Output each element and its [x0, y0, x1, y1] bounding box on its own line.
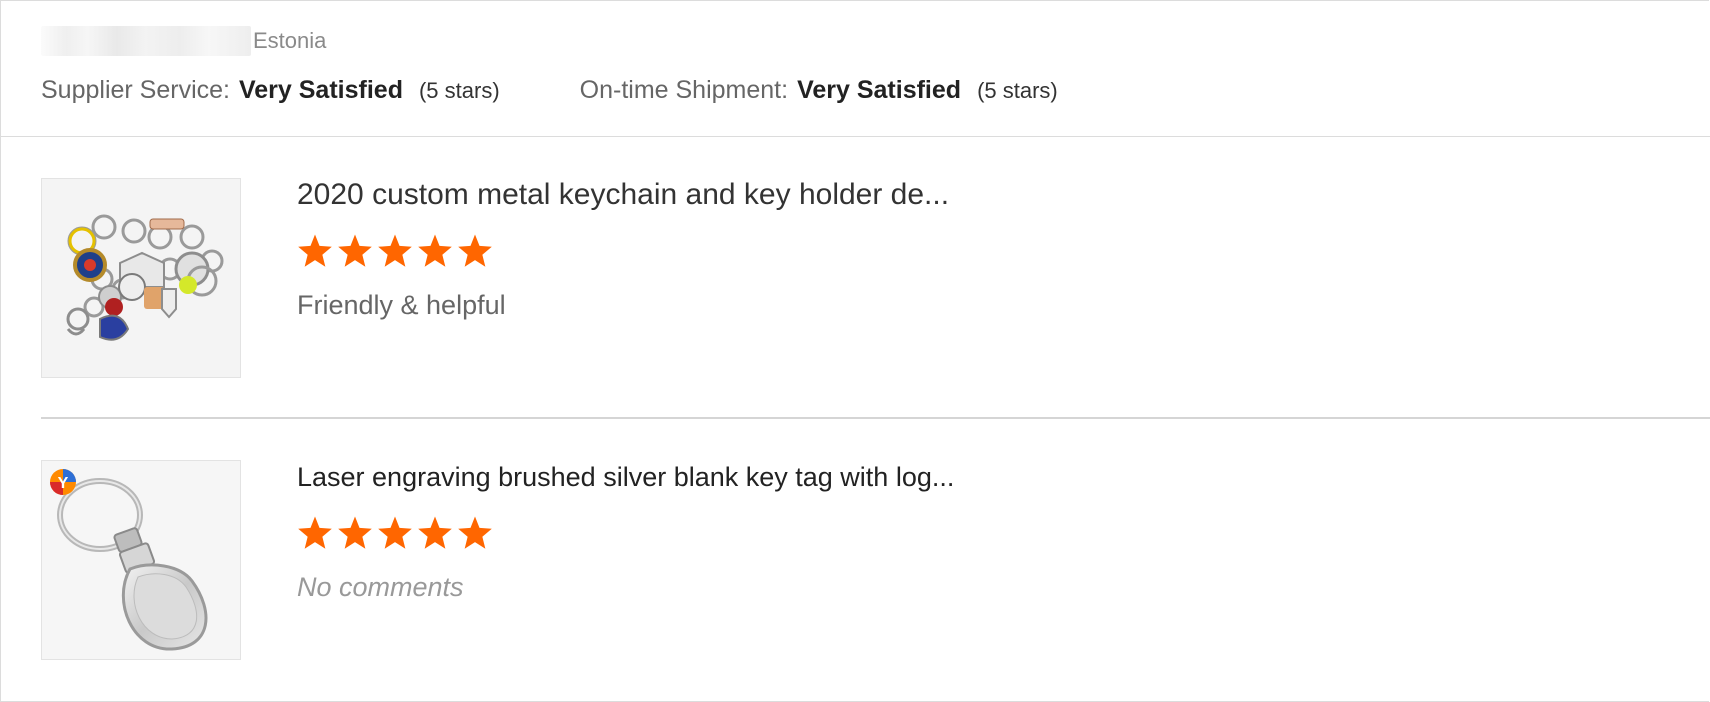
- review-stars: [297, 515, 493, 551]
- buyer-info: Estonia: [41, 26, 326, 56]
- svg-text:Y: Y: [58, 475, 69, 492]
- star-icon: [418, 234, 452, 267]
- product-title[interactable]: Laser engraving brushed silver blank key…: [297, 462, 954, 493]
- overall-ratings: Supplier Service: Very Satisfied (5 star…: [41, 72, 1058, 108]
- rating-value: Very Satisfied: [797, 75, 962, 104]
- rating-label: On-time Shipment:: [579, 75, 789, 104]
- review-item: 2020 custom metal keychain and key holde…: [41, 178, 1710, 378]
- review-comment: Friendly & helpful: [297, 290, 506, 320]
- star-icon: [458, 516, 492, 549]
- star-icon: [378, 234, 412, 267]
- rating-stars-text: (5 stars): [418, 77, 500, 103]
- star-icon: [298, 234, 332, 267]
- star-icon: [298, 516, 332, 549]
- supplier-service-rating: Supplier Service: Very Satisfied (5 star…: [41, 76, 500, 105]
- review-stars: [297, 233, 493, 269]
- rating-stars-text: (5 stars): [977, 77, 1058, 103]
- product-title[interactable]: 2020 custom metal keychain and key holde…: [297, 178, 949, 212]
- review-comment: No comments: [297, 572, 464, 602]
- rating-label: Supplier Service:: [41, 75, 230, 104]
- buyer-name-redacted: [41, 26, 251, 56]
- review-item: Y Laser engraving brushed silver blank k…: [41, 460, 1710, 660]
- star-icon: [458, 234, 492, 267]
- product-thumbnail[interactable]: [41, 178, 241, 378]
- y-badge-icon: Y: [50, 469, 76, 495]
- silver-key-tag-image: Y: [42, 461, 240, 659]
- product-thumbnail[interactable]: Y: [41, 460, 241, 660]
- on-time-shipment-rating: On-time Shipment: Very Satisfied (5 star…: [580, 76, 1058, 105]
- review-divider: [41, 417, 1710, 419]
- rating-value: Very Satisfied: [238, 75, 403, 104]
- star-icon: [338, 234, 372, 267]
- star-icon: [418, 516, 452, 549]
- buyer-country: Estonia: [253, 28, 327, 53]
- star-icon: [378, 516, 412, 549]
- review-header: Estonia Supplier Service: Very Satisfied…: [0, 0, 1710, 137]
- star-icon: [338, 516, 372, 549]
- keychain-collection-image: [42, 179, 240, 377]
